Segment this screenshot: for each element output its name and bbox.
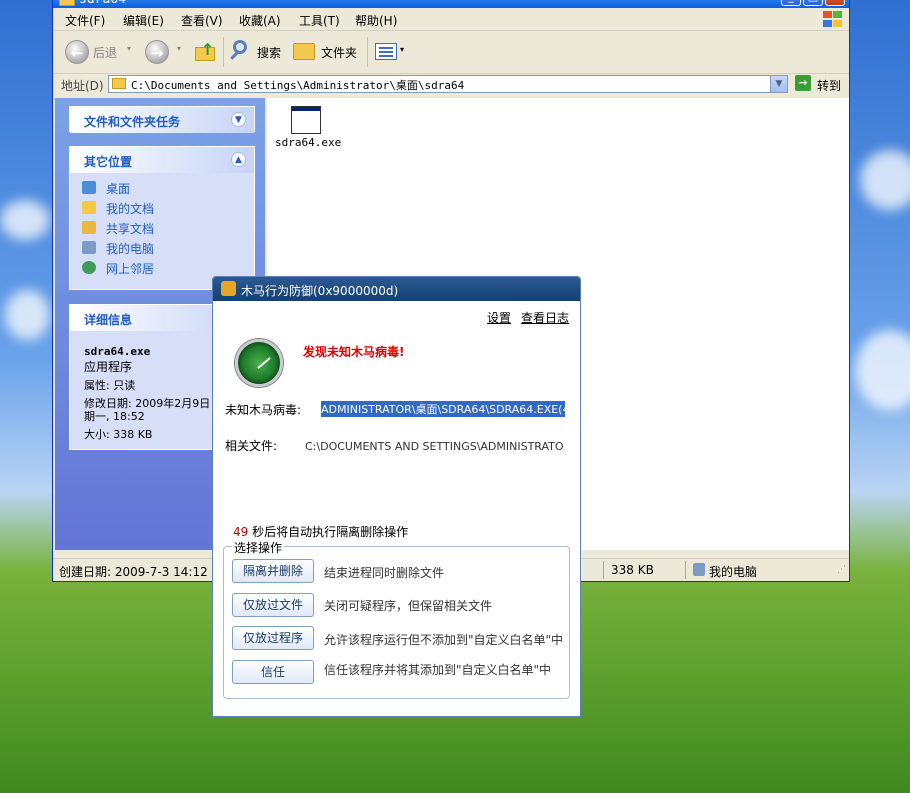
radar-icon <box>235 339 283 387</box>
desktop-cloud <box>0 200 50 240</box>
countdown-text: 秒后将自动执行隔离删除操作 <box>248 525 409 539</box>
countdown-message: 49 秒后将自动执行隔离删除操作 <box>233 523 408 540</box>
details-modified-time: 期一, 18:52 <box>84 410 145 423</box>
countdown-seconds: 49 <box>233 525 249 539</box>
place-label: 我的电脑 <box>106 242 155 256</box>
details-file-name: sdra64.exe <box>84 345 151 358</box>
allow-file-button[interactable]: 仅放过文件 <box>232 593 314 617</box>
place-label: 网上邻居 <box>106 262 155 276</box>
quarantine-delete-button[interactable]: 隔离并删除 <box>232 559 314 583</box>
toolbar: ← 后退 ▾ → ▾ ↑ 搜索 文件夹 ▾ <box>53 31 849 74</box>
maximize-button[interactable]: □ <box>803 0 823 6</box>
menu-help[interactable]: 帮助(H) <box>355 12 397 29</box>
status-created: 创建日期: 2009-7-3 14:12 大 <box>59 565 224 579</box>
network-places-icon <box>82 261 96 274</box>
file-name-label[interactable]: sdra64.exe <box>275 136 342 149</box>
details-attributes: 属性: 只读 <box>84 379 136 392</box>
views-dropdown-icon[interactable]: ▾ <box>400 45 404 54</box>
close-button[interactable]: ✕ <box>825 0 845 6</box>
allow-program-button[interactable]: 仅放过程序 <box>232 626 314 650</box>
virus-label: 未知木马病毒: <box>225 403 302 417</box>
window-title: sdra64 <box>79 0 126 7</box>
collapse-chevron-icon[interactable]: ▲ <box>231 152 246 167</box>
forward-arrow-icon[interactable]: → <box>145 40 169 64</box>
action-description: 允许该程序运行但不添加到"自定义白名单"中 <box>324 633 564 647</box>
other-places-title: 其它位置 <box>84 155 133 169</box>
trust-button[interactable]: 信任 <box>232 660 314 684</box>
action-description: 信任该程序并将其添加到"自定义白名单"中 <box>324 663 552 677</box>
virus-path[interactable]: ADMINISTRATOR\桌面\SDRA64\SDRA64.EXE(472) <box>321 401 565 417</box>
my-computer-icon <box>82 241 96 254</box>
desktop-cloud <box>5 290 50 340</box>
details-title: 详细信息 <box>84 313 133 327</box>
address-input[interactable]: C:\Documents and Settings\Administrator\… <box>108 75 788 93</box>
up-folder-icon[interactable]: ↑ <box>195 40 215 62</box>
back-button[interactable]: 后退 <box>93 44 117 61</box>
file-tasks-header[interactable]: 文件和文件夹任务 ▼ <box>70 107 254 133</box>
go-button[interactable]: 转到 <box>817 77 841 94</box>
address-bar: 地址(D) C:\Documents and Settings\Administ… <box>53 73 849 97</box>
my-documents-icon <box>82 201 96 214</box>
menu-edit[interactable]: 编辑(E) <box>123 12 164 29</box>
title-bar[interactable]: sdra64 _ □ ✕ <box>53 0 849 8</box>
action-description: 关闭可疑程序，但保留相关文件 <box>324 599 493 613</box>
related-file-label: 相关文件: <box>225 439 278 453</box>
status-separator <box>685 561 686 579</box>
desktop-icon <box>82 181 96 194</box>
my-computer-icon <box>693 563 705 576</box>
view-log-link[interactable]: 查看日志 <box>521 309 569 326</box>
place-label: 共享文档 <box>106 222 155 236</box>
action-group-title: 选择操作 <box>232 539 285 556</box>
desktop-cloud <box>855 330 910 410</box>
other-places-panel: 其它位置 ▲ 桌面 我的文档 共享文档 我的电脑 网上邻居 <box>69 146 255 290</box>
status-separator <box>603 561 604 579</box>
dialog-title: 木马行为防御(0x9000000d) <box>241 284 399 298</box>
settings-link[interactable]: 设置 <box>487 309 511 326</box>
back-arrow-icon[interactable]: ← <box>65 40 89 64</box>
menu-favorites[interactable]: 收藏(A) <box>239 12 281 29</box>
desktop-cloud <box>860 150 910 210</box>
go-arrow-icon[interactable]: → <box>795 75 811 91</box>
folder-icon <box>59 0 75 6</box>
details-size: 大小: 338 KB <box>84 428 153 441</box>
resize-grip-icon[interactable]: ⋰ <box>837 565 846 575</box>
action-description: 结束进程同时删除文件 <box>324 566 445 580</box>
search-button[interactable]: 搜索 <box>257 44 281 61</box>
address-value: C:\Documents and Settings\Administrator\… <box>131 79 465 92</box>
address-label: 地址(D) <box>61 79 104 93</box>
alert-message: 发现未知木马病毒! <box>303 345 405 359</box>
details-file-type: 应用程序 <box>84 360 133 374</box>
file-tasks-panel: 文件和文件夹任务 ▼ <box>69 106 255 133</box>
status-size: 338 KB <box>611 563 654 577</box>
folders-icon[interactable] <box>293 43 315 60</box>
status-location: 我的电脑 <box>709 565 758 579</box>
menu-view[interactable]: 查看(V) <box>181 12 223 29</box>
menu-bar: 文件(F) 编辑(E) 查看(V) 收藏(A) 工具(T) 帮助(H) <box>53 8 849 31</box>
trojan-alert-dialog: 木马行为防御(0x9000000d) 设置 查看日志 发现未知木马病毒! 未知木… <box>212 276 581 717</box>
dialog-title-bar[interactable]: 木马行为防御(0x9000000d) <box>213 277 580 301</box>
place-label: 我的文档 <box>106 202 155 216</box>
menu-tools[interactable]: 工具(T) <box>299 12 340 29</box>
toolbar-separator <box>367 37 368 67</box>
back-dropdown-icon[interactable]: ▾ <box>127 44 131 53</box>
address-dropdown-icon[interactable]: ▼ <box>770 76 787 92</box>
shield-icon <box>221 281 236 296</box>
forward-dropdown-icon[interactable]: ▾ <box>177 44 181 53</box>
windows-logo-icon <box>821 10 843 28</box>
menu-file[interactable]: 文件(F) <box>65 12 105 29</box>
expand-chevron-icon[interactable]: ▼ <box>231 112 246 127</box>
shared-documents-icon <box>82 221 96 234</box>
views-icon[interactable] <box>375 43 397 60</box>
exe-file-icon[interactable] <box>291 106 321 134</box>
toolbar-separator <box>223 37 224 67</box>
place-label: 桌面 <box>106 182 131 196</box>
action-group: 选择操作 隔离并删除 结束进程同时删除文件 仅放过文件 关闭可疑程序，但保留相关… <box>223 539 570 699</box>
folders-button[interactable]: 文件夹 <box>321 44 357 61</box>
folder-icon <box>112 78 126 89</box>
search-icon[interactable] <box>229 40 253 64</box>
other-places-header[interactable]: 其它位置 ▲ <box>70 147 254 173</box>
related-file-path[interactable]: C:\DOCUMENTS AND SETTINGS\ADMINISTRATOR\… <box>305 438 563 454</box>
file-tasks-title: 文件和文件夹任务 <box>84 115 181 129</box>
minimize-button[interactable]: _ <box>781 0 801 6</box>
